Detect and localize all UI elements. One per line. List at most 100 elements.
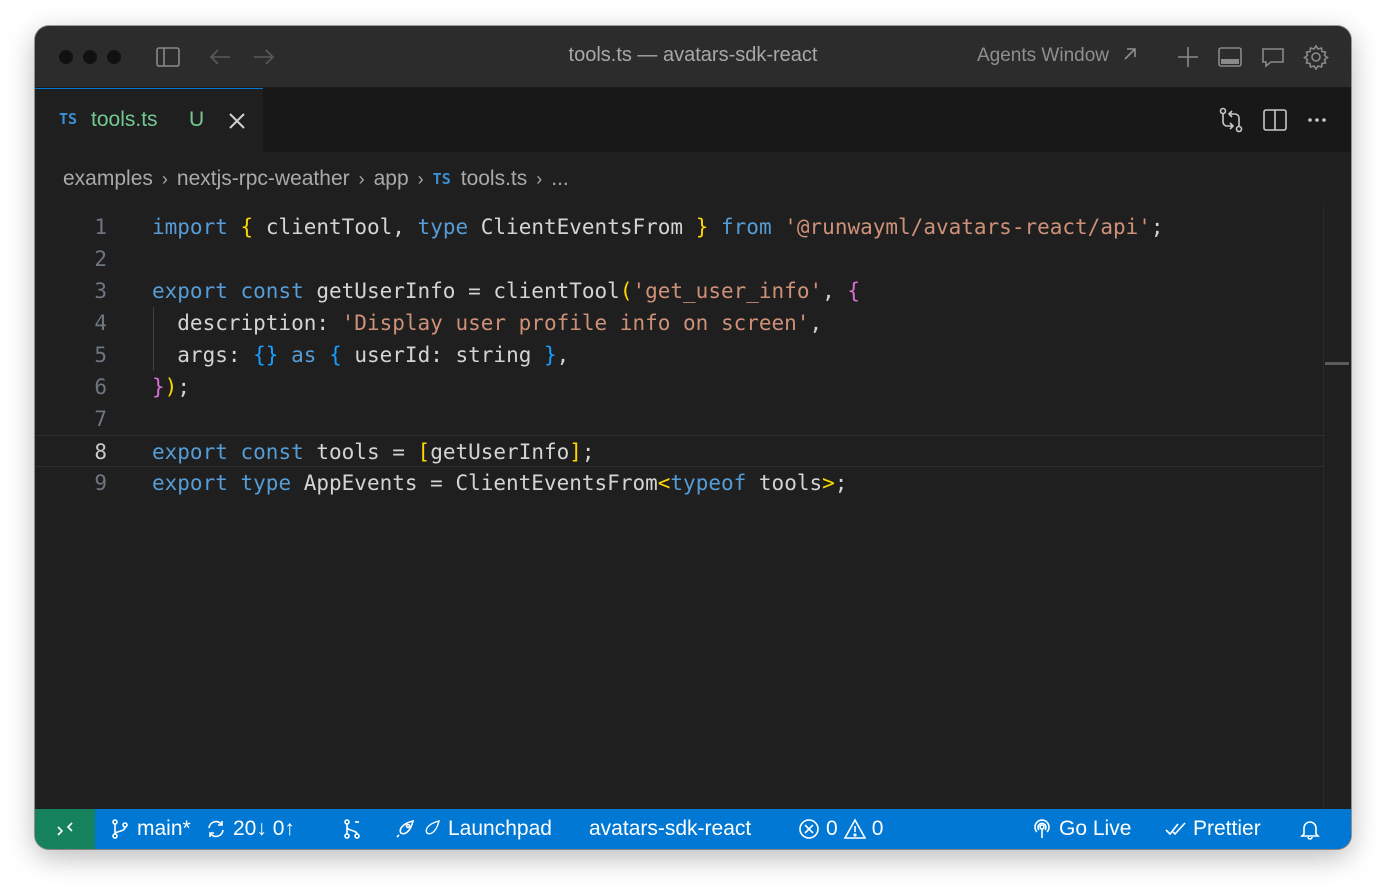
go-live-button[interactable]: Go Live [1031, 809, 1131, 849]
split-editor-icon[interactable] [1261, 106, 1289, 134]
code-token: AppEvents = ClientEventsFrom [291, 471, 658, 495]
sync-status[interactable]: 20↓ 0↑ [205, 809, 295, 849]
error-count: 0 [826, 817, 838, 840]
bell-icon [1300, 821, 1320, 840]
sync-counts: 20↓ 0↑ [233, 817, 295, 840]
overview-ruler-cursor-marker [1325, 362, 1349, 365]
code-token: tools = [303, 440, 418, 464]
branch-name: main* [137, 817, 191, 840]
branch-status[interactable]: main* [109, 809, 191, 849]
code-token: import [152, 215, 228, 239]
code-line[interactable]: 1 import { clientTool, type ClientEventsF… [35, 211, 1325, 243]
code-line[interactable]: 4 description: 'Display user profile inf… [35, 307, 1325, 339]
code-line[interactable]: 9 export type AppEvents = ClientEventsFro… [35, 467, 1325, 499]
line-number: 3 [94, 279, 107, 303]
code-token: } [544, 343, 557, 367]
close-tab-icon[interactable] [225, 109, 249, 133]
vertical-scrollbar[interactable] [1323, 206, 1324, 809]
code-editor[interactable]: 1 import { clientTool, type ClientEventsF… [35, 206, 1351, 809]
typescript-file-icon: TS [59, 110, 78, 128]
open-changes-icon[interactable] [1217, 106, 1245, 134]
breadcrumb-item-more[interactable]: ... [551, 167, 569, 191]
code-token: '@runwayml/avatars-react/api' [784, 215, 1151, 239]
code-token: , [556, 343, 570, 367]
more-actions-icon[interactable] [1303, 106, 1331, 134]
chevron-right-icon: › [161, 168, 168, 189]
git-compare-icon [344, 819, 360, 839]
project-name[interactable]: avatars-sdk-react [589, 809, 751, 849]
code-token: ClientEventsFrom [468, 215, 696, 239]
source-control-graph[interactable] [341, 809, 363, 849]
code-token: export [152, 440, 228, 464]
code-token: typeof [670, 471, 747, 495]
code-token: [ [417, 440, 431, 464]
status-bar: main* 20↓ 0↑ Launchpad avatars-sdk-react… [35, 809, 1351, 849]
code-token: ; [177, 375, 190, 399]
typescript-file-icon: TS [432, 170, 451, 188]
breadcrumb-item-examples[interactable]: examples [63, 167, 153, 191]
agents-window-button[interactable]: Agents Window [977, 45, 1138, 67]
code-token: > [822, 471, 835, 495]
tab-tools-ts[interactable]: TS tools.ts U [35, 88, 263, 152]
sync-icon [208, 820, 224, 838]
code-line[interactable]: 3 export const getUserInfo = clientTool('… [35, 275, 1325, 307]
code-token: args: [152, 343, 254, 367]
code-line[interactable]: 6}); [35, 371, 1325, 403]
project-label: avatars-sdk-react [589, 817, 752, 840]
line-number: 7 [94, 407, 107, 431]
warning-icon [843, 818, 866, 839]
go-live-label: Go Live [1059, 817, 1132, 840]
external-arrow-icon [1124, 48, 1137, 60]
problems-status[interactable]: 0 0 [798, 809, 883, 849]
code-token: , [822, 279, 848, 303]
code-token: as [291, 343, 317, 367]
code-text: export const getUserInfo = clientTool('g… [152, 275, 860, 307]
code-token: tools [746, 471, 823, 495]
code-text: export const tools = [getUserInfo]; [152, 436, 595, 468]
untracked-status-badge: U [189, 108, 205, 131]
git-branch-icon [112, 819, 128, 839]
settings-gear-icon[interactable] [1303, 44, 1329, 70]
code-token: 'Display user profile info on screen' [341, 311, 810, 335]
breadcrumb: examples › nextjs-rpc-weather › app › TS… [63, 164, 569, 194]
agents-window-label: Agents Window [977, 45, 1110, 66]
breadcrumb-item-app[interactable]: app [374, 167, 409, 191]
line-number: 8 [94, 440, 107, 464]
title-bar: tools.ts — avatars-sdk-react Agents Wind… [35, 26, 1351, 88]
code-token: getUserInfo = clientTool [303, 279, 620, 303]
code-token: } [695, 215, 709, 239]
code-token: clientTool, [253, 215, 418, 239]
breadcrumb-item-file[interactable]: tools.ts [461, 167, 528, 191]
chevron-right-icon: › [358, 168, 365, 189]
remote-icon [57, 822, 73, 836]
chevron-right-icon: › [417, 168, 424, 189]
error-icon [799, 819, 819, 839]
remote-indicator[interactable] [35, 809, 95, 849]
code-token: userId: string [341, 343, 545, 367]
launchpad-button[interactable]: Launchpad [394, 809, 552, 849]
code-token: ] [569, 440, 582, 464]
code-text: args: {} as { userId: string }, [152, 339, 569, 371]
code-text: }); [152, 371, 190, 403]
new-icon[interactable] [1175, 44, 1201, 70]
code-token: ; [581, 440, 595, 464]
code-line[interactable]: 5 args: {} as { userId: string }, [35, 339, 1325, 371]
code-line[interactable]: 8 export const tools = [getUserInfo]; [35, 435, 1325, 467]
line-number: 2 [94, 247, 107, 271]
toggle-panel-icon[interactable] [1217, 44, 1243, 70]
breadcrumb-item-nextjs-rpc-weather[interactable]: nextjs-rpc-weather [177, 167, 350, 191]
tab-label: tools.ts [91, 108, 158, 131]
code-text: import { clientTool, type ClientEventsFr… [152, 211, 1164, 243]
code-token: {} [253, 343, 279, 367]
chat-icon[interactable] [1260, 44, 1286, 70]
code-token: type [417, 215, 469, 239]
line-number: 6 [94, 375, 107, 399]
code-line[interactable]: 7 [35, 403, 1325, 435]
code-line[interactable]: 2 [35, 243, 1325, 275]
prettier-status[interactable]: Prettier [1165, 809, 1261, 849]
code-token: { [240, 215, 254, 239]
notifications-button[interactable] [1299, 809, 1321, 849]
